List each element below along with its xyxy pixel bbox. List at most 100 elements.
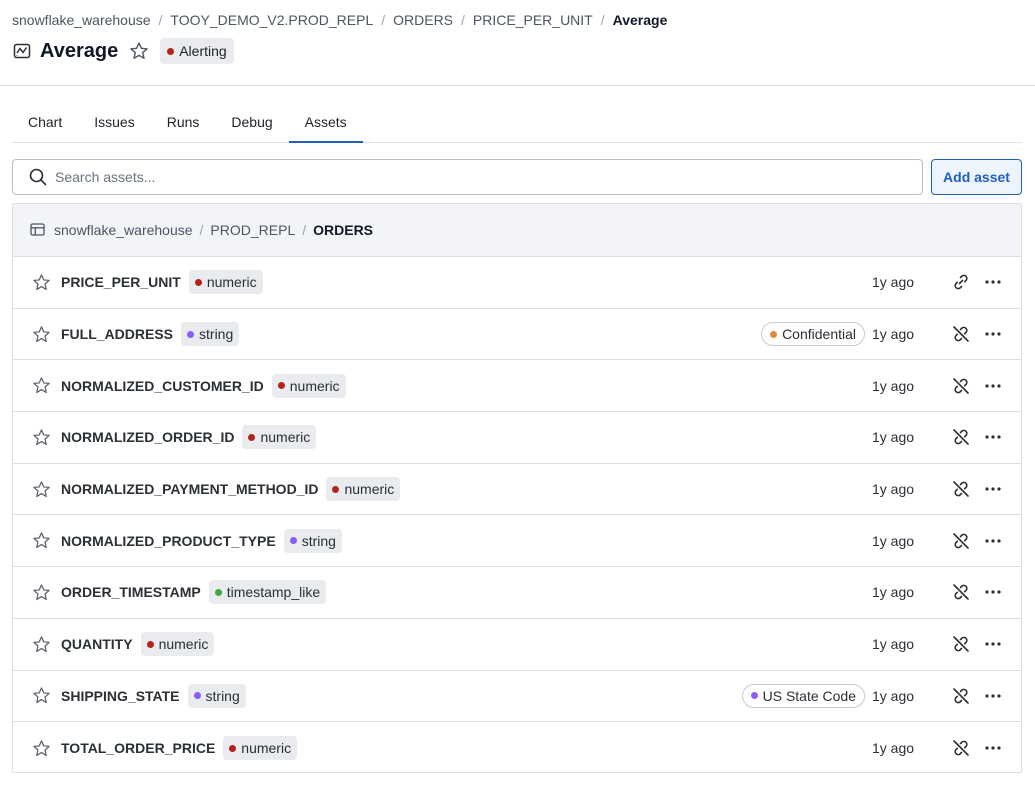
- monitor-icon: [12, 41, 32, 61]
- more-options-icon[interactable]: [982, 375, 1004, 397]
- type-badge: numeric: [223, 736, 298, 761]
- updated-time: 1y ago: [872, 274, 915, 291]
- unlink-icon[interactable]: [950, 375, 972, 397]
- unlink-icon[interactable]: [950, 426, 972, 448]
- tag-dot-icon: [750, 692, 758, 700]
- unlink-icon[interactable]: [950, 633, 972, 655]
- asset-name: TOTAL_ORDER_PRICE: [61, 740, 216, 757]
- table-row[interactable]: TOTAL_ORDER_PRICE numeric 1y ago: [13, 722, 1021, 774]
- more-options-icon[interactable]: [982, 581, 1004, 603]
- table-row[interactable]: NORMALIZED_PAYMENT_METHOD_ID numeric 1y …: [13, 464, 1021, 516]
- table-row[interactable]: NORMALIZED_PRODUCT_TYPE string 1y ago: [13, 515, 1021, 568]
- unlink-icon[interactable]: [950, 685, 972, 707]
- unlink-icon[interactable]: [950, 478, 972, 500]
- tag-dot-icon: [770, 330, 778, 338]
- star-icon[interactable]: [31, 479, 51, 499]
- add-asset-button[interactable]: Add asset: [931, 159, 1022, 195]
- tab-debug[interactable]: Debug: [215, 101, 288, 142]
- star-icon[interactable]: [31, 634, 51, 654]
- type-badge: string: [187, 683, 246, 708]
- unlink-icon[interactable]: [950, 737, 972, 759]
- breadcrumb-separator: /: [158, 12, 163, 28]
- tab-runs[interactable]: Runs: [151, 101, 216, 142]
- table-row[interactable]: ORDER_TIMESTAMP timestamp_like 1y ago: [13, 567, 1021, 619]
- star-icon[interactable]: [31, 531, 51, 551]
- updated-time: 1y ago: [872, 740, 915, 757]
- more-options-icon[interactable]: [982, 530, 1004, 552]
- more-options-icon[interactable]: [982, 737, 1004, 759]
- search-input[interactable]: [55, 169, 895, 185]
- star-icon[interactable]: [31, 582, 51, 602]
- updated-time: 1y ago: [872, 429, 915, 446]
- more-options-icon[interactable]: [982, 478, 1004, 500]
- updated-time: 1y ago: [872, 326, 915, 343]
- unlink-icon[interactable]: [950, 323, 972, 345]
- asset-name: NORMALIZED_PAYMENT_METHOD_ID: [61, 481, 319, 498]
- star-icon[interactable]: [31, 272, 51, 292]
- favorite-star-icon[interactable]: [128, 40, 150, 62]
- asset-name-cell: NORMALIZED_CUSTOMER_ID numeric: [61, 373, 346, 398]
- type-badge: numeric: [271, 373, 346, 398]
- more-options-icon[interactable]: [982, 426, 1004, 448]
- asset-name: NORMALIZED_ORDER_ID: [61, 429, 235, 446]
- unlink-icon[interactable]: [950, 530, 972, 552]
- table-row[interactable]: PRICE_PER_UNIT numeric 1y ago: [13, 257, 1021, 309]
- breadcrumb-item-column[interactable]: PRICE_PER_UNIT: [473, 12, 593, 28]
- star-icon[interactable]: [31, 738, 51, 758]
- type-label: numeric: [206, 274, 257, 291]
- asset-name-cell: NORMALIZED_ORDER_ID numeric: [61, 425, 317, 450]
- table-row[interactable]: SHIPPING_STATE string 1y ago US State Co…: [13, 671, 1021, 723]
- link-icon[interactable]: [950, 271, 972, 293]
- unlink-icon[interactable]: [950, 581, 972, 603]
- tab-issues[interactable]: Issues: [78, 101, 150, 142]
- breadcrumb-item-schema[interactable]: TOOY_DEMO_V2.PROD_REPL: [170, 12, 373, 28]
- asset-name-cell: FULL_ADDRESS string: [61, 322, 240, 347]
- tab-chart[interactable]: Chart: [12, 101, 78, 142]
- asset-name: QUANTITY: [61, 636, 133, 653]
- breadcrumb-item-warehouse[interactable]: snowflake_warehouse: [12, 12, 151, 28]
- path-segment-schema[interactable]: PROD_REPL: [210, 222, 295, 238]
- type-dot-icon: [229, 744, 237, 752]
- table-icon: [30, 222, 46, 238]
- table-row[interactable]: NORMALIZED_ORDER_ID numeric 1y ago: [13, 412, 1021, 464]
- more-options-icon[interactable]: [982, 685, 1004, 707]
- search-icon: [29, 168, 47, 186]
- table-row[interactable]: QUANTITY numeric 1y ago: [13, 619, 1021, 671]
- page-title: Average: [40, 39, 119, 62]
- more-options-icon[interactable]: [982, 323, 1004, 345]
- type-label: string: [199, 326, 234, 343]
- type-label: numeric: [344, 481, 395, 498]
- path-segment-table: ORDERS: [313, 222, 374, 238]
- table-row[interactable]: NORMALIZED_CUSTOMER_ID numeric 1y ago: [13, 360, 1021, 413]
- star-icon[interactable]: [31, 427, 51, 447]
- type-badge: timestamp_like: [208, 580, 327, 605]
- asset-name-cell: NORMALIZED_PAYMENT_METHOD_ID numeric: [61, 477, 401, 502]
- status-label: Alerting: [179, 43, 227, 59]
- breadcrumb-separator: /: [381, 12, 386, 28]
- star-icon[interactable]: [31, 324, 51, 344]
- page-header: Average Alerting: [12, 37, 234, 65]
- type-badge: numeric: [140, 632, 215, 657]
- updated-time: 1y ago: [872, 532, 915, 549]
- updated-time: 1y ago: [872, 377, 915, 394]
- asset-name: NORMALIZED_PRODUCT_TYPE: [61, 532, 276, 549]
- type-dot-icon: [193, 692, 201, 700]
- breadcrumb: snowflake_warehouse / TOOY_DEMO_V2.PROD_…: [12, 11, 667, 29]
- asset-name: FULL_ADDRESS: [61, 326, 174, 343]
- table-row[interactable]: FULL_ADDRESS string 1y ago Confidential: [13, 309, 1021, 361]
- path-segment-warehouse[interactable]: snowflake_warehouse: [54, 222, 193, 238]
- star-icon[interactable]: [31, 376, 51, 396]
- tab-assets[interactable]: Assets: [288, 101, 363, 143]
- type-dot-icon: [146, 640, 154, 648]
- breadcrumb-item-table[interactable]: ORDERS: [393, 12, 453, 28]
- star-icon[interactable]: [31, 686, 51, 706]
- status-dot-icon: [167, 47, 175, 55]
- more-options-icon[interactable]: [982, 271, 1004, 293]
- type-label: string: [205, 687, 240, 704]
- type-badge: numeric: [242, 425, 317, 450]
- assets-table: snowflake_warehouse / PROD_REPL / ORDERS…: [12, 203, 1022, 773]
- asset-name: NORMALIZED_CUSTOMER_ID: [61, 377, 264, 394]
- tag-label: Confidential: [782, 326, 856, 343]
- type-dot-icon: [194, 278, 202, 286]
- more-options-icon[interactable]: [982, 633, 1004, 655]
